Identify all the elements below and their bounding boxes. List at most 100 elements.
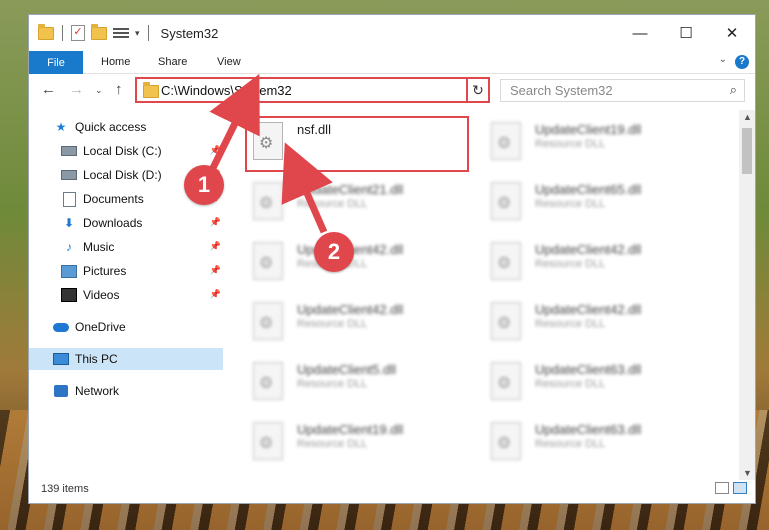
nav-item-label: Videos <box>83 288 120 302</box>
file-item[interactable]: UpdateClient19.dll Resource DLL <box>463 114 693 170</box>
customize-icon[interactable] <box>113 27 129 40</box>
disk-icon <box>61 144 77 158</box>
tab-home[interactable]: Home <box>101 51 130 73</box>
folder-icon <box>143 82 159 98</box>
file-item[interactable]: UpdateClient42.dll Resource DLL <box>225 294 455 350</box>
nav-item-label: Network <box>75 384 120 398</box>
refresh-icon: ↻ <box>472 81 484 98</box>
dll-file-icon <box>491 182 521 220</box>
nav-item-onedrive[interactable]: OneDrive <box>29 316 223 338</box>
divider <box>62 25 63 41</box>
file-type: Resource DLL <box>297 318 368 330</box>
view-toggle <box>715 482 747 494</box>
pin-icon[interactable]: 📌 <box>210 145 221 156</box>
recent-locations-chevron-icon[interactable]: ⌄ <box>95 85 103 96</box>
item-count: 139 items <box>41 483 89 495</box>
pin-icon[interactable]: 📌 <box>210 289 221 300</box>
vertical-scrollbar[interactable]: ▲ ▼ <box>739 110 755 480</box>
download-icon: ⬇ <box>63 216 75 230</box>
scroll-up-icon[interactable]: ▲ <box>743 112 752 122</box>
tab-share[interactable]: Share <box>158 51 187 73</box>
details-view-icon[interactable] <box>715 482 729 494</box>
maximize-button[interactable]: ☐ <box>663 15 709 51</box>
nav-item-label: Local Disk (D:) <box>83 168 162 182</box>
file-name: UpdateClient19.dll <box>535 122 642 137</box>
tab-view[interactable]: View <box>217 51 241 73</box>
scrollbar-thumb[interactable] <box>742 128 752 174</box>
dll-file-icon <box>491 122 521 160</box>
new-folder-icon[interactable] <box>91 23 107 40</box>
nav-item-quick-access[interactable]: ★ Quick access <box>29 116 223 138</box>
cloud-icon <box>53 320 69 334</box>
file-type: Resource DLL <box>297 198 368 210</box>
nav-item-network[interactable]: Network <box>29 380 223 402</box>
star-icon: ★ <box>55 120 67 134</box>
step-marker-2: 2 <box>314 232 354 272</box>
picture-icon <box>61 264 77 278</box>
nav-item-label: Music <box>83 240 115 254</box>
file-item[interactable]: UpdateClient42.dll Resource DLL <box>463 294 693 350</box>
file-type: Resource DLL <box>535 138 606 150</box>
chevron-down-icon[interactable]: ⌄ <box>719 54 727 65</box>
file-item[interactable]: UpdateClient19.dll Resource DLL <box>225 414 455 465</box>
file-item[interactable]: UpdateClient5.dll Resource DLL <box>225 354 455 410</box>
file-name: UpdateClient63.dll <box>535 362 642 377</box>
up-arrow-icon[interactable]: ↑ <box>115 81 123 98</box>
minimize-button[interactable]: — <box>617 15 663 51</box>
file-item[interactable]: UpdateClient65.dll Resource DLL <box>463 174 693 230</box>
nav-item-this-pc[interactable]: This PC <box>29 348 223 370</box>
pin-icon[interactable]: 📌 <box>210 265 221 276</box>
dll-file-icon <box>253 302 283 340</box>
file-name: nsf.dll <box>297 122 331 137</box>
file-item[interactable]: UpdateClient63.dll Resource DLL <box>463 414 693 465</box>
dll-file-icon <box>491 242 521 280</box>
navigation-pane: ★ Quick access Local Disk (C:) 📌 Local D… <box>29 110 223 465</box>
file-type: Resource DLL <box>535 198 606 210</box>
properties-check-icon[interactable]: ✓ <box>71 25 85 41</box>
pin-icon[interactable]: 📌 <box>210 217 221 228</box>
search-placeholder: Search System32 <box>510 83 613 98</box>
file-item-nsf-dll[interactable]: nsf.dll <box>225 114 455 170</box>
file-type: Resource DLL <box>297 438 368 450</box>
ribbon-tabs: File Home Share View ⌄ ? <box>29 51 755 74</box>
search-input[interactable]: Search System32 ⌕ <box>500 79 745 102</box>
document-icon <box>61 191 77 207</box>
forward-arrow-icon[interactable]: → <box>69 81 84 98</box>
file-type: Resource DLL <box>297 378 368 390</box>
refresh-button[interactable]: ↻ <box>466 77 490 103</box>
file-item[interactable]: UpdateClient63.dll Resource DLL <box>463 354 693 410</box>
dll-file-icon <box>253 422 283 460</box>
file-type: Resource DLL <box>535 438 606 450</box>
dll-file-icon <box>253 182 283 220</box>
status-bar: 139 items <box>29 477 755 503</box>
address-row: ← → ⌄ ↑ C:\Windows\System32 ⌄ ↻ Search S… <box>29 75 755 105</box>
nav-item-downloads[interactable]: ⬇ Downloads 📌 <box>29 212 223 234</box>
chevron-down-icon[interactable]: ▾ <box>135 28 140 39</box>
nav-item-local-disk-c[interactable]: Local Disk (C:) 📌 <box>29 140 223 162</box>
tab-file[interactable]: File <box>29 51 83 74</box>
address-path[interactable]: C:\Windows\System32 <box>161 83 292 98</box>
window-title: System32 <box>160 25 219 41</box>
help-icon[interactable]: ? <box>735 55 749 69</box>
large-icons-view-icon[interactable] <box>733 482 747 494</box>
network-icon <box>53 384 69 398</box>
back-arrow-icon[interactable]: ← <box>41 81 56 98</box>
nav-item-music[interactable]: ♪ Music 📌 <box>29 236 223 258</box>
search-icon[interactable]: ⌕ <box>730 82 737 98</box>
dll-file-icon <box>491 302 521 340</box>
disk-icon <box>61 168 77 182</box>
address-bar[interactable]: C:\Windows\System32 ⌄ <box>135 77 487 103</box>
file-name: UpdateClient21.dll <box>297 182 404 197</box>
file-item[interactable]: UpdateClient42.dll Resource DLL <box>463 234 693 290</box>
nav-item-videos[interactable]: Videos 📌 <box>29 284 223 306</box>
file-type: Resource DLL <box>535 378 606 390</box>
pin-icon[interactable]: 📌 <box>210 241 221 252</box>
nav-item-pictures[interactable]: Pictures 📌 <box>29 260 223 282</box>
close-button[interactable]: ✕ <box>709 15 755 51</box>
nav-item-label: Pictures <box>83 264 127 278</box>
nav-item-label: Quick access <box>75 120 147 134</box>
file-name: UpdateClient65.dll <box>535 182 642 197</box>
step-marker-1: 1 <box>184 165 224 205</box>
file-type: Resource DLL <box>535 258 606 270</box>
file-item[interactable]: UpdateClient21.dll Resource DLL <box>225 174 455 230</box>
